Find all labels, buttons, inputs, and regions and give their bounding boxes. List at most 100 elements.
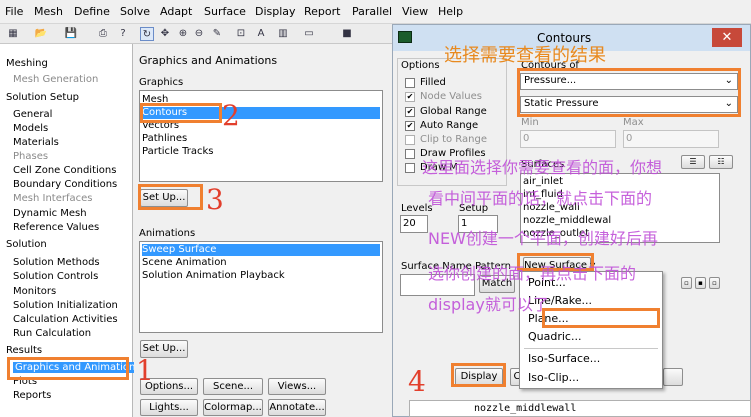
help-button[interactable] [663,368,683,386]
tree-general[interactable]: General [13,109,52,120]
zoom-out-icon[interactable]: ⊖ [192,27,206,41]
filled-checkbox[interactable] [405,78,415,88]
annotation-line-2: 看中间平面的话，就点击下面的 [428,189,653,208]
list-item[interactable]: Sweep Surface [142,244,380,256]
step-number-3: 3 [206,183,224,216]
max-input[interactable]: 0 [623,130,719,148]
menu-file[interactable]: File [5,5,23,18]
menu-solve[interactable]: Solve [120,5,150,18]
translate-icon[interactable]: ✥ [158,27,172,41]
list-item[interactable]: Solution Animation Playback [142,270,285,282]
menu-help[interactable]: Help [438,5,463,18]
min-input[interactable]: 0 [520,130,616,148]
menu-display[interactable]: Display [255,5,296,18]
tree-solution-initialization[interactable]: Solution Initialization [13,300,118,311]
tree-reference-values[interactable]: Reference Values [13,222,99,233]
global-range-label: Global Range [420,106,487,117]
select-all-icon[interactable]: ☰ [681,155,705,169]
menu-bar: File Mesh Define Solve Adapt Surface Dis… [0,0,751,24]
draw-profiles-checkbox[interactable] [405,149,415,159]
draw-mesh-checkbox[interactable] [405,163,415,173]
tree-cell-zone-conditions[interactable]: Cell Zone Conditions [13,165,116,176]
annotation-top: 选择需要查看的结果 [444,45,606,66]
help-icon[interactable]: ? [116,27,130,41]
annotation-line-4: 选你创建的面，再点击下面的 [428,264,637,283]
tree-boundary-conditions[interactable]: Boundary Conditions [13,179,117,190]
close-icon[interactable]: ✕ [712,28,742,47]
tree-mesh-generation[interactable]: Mesh Generation [13,74,98,85]
scene-button[interactable]: Scene... [203,378,263,395]
probe-icon[interactable]: ✎ [210,27,224,41]
menu-adapt[interactable]: Adapt [160,5,192,18]
menu-item-iso-clip[interactable]: Iso-Clip... [528,371,579,384]
annotation-line-3: NEW创建一个平面，创建好后再 [428,229,658,248]
tree-run-calculation[interactable]: Run Calculation [13,328,91,339]
menu-parallel[interactable]: Parallel [352,5,392,18]
tree-materials[interactable]: Materials [13,137,59,148]
tree-monitors[interactable]: Monitors [13,286,56,297]
rotate-icon[interactable]: ↻ [140,27,154,41]
clip-to-range-checkbox[interactable] [405,135,415,145]
highlight-box-1 [7,357,129,380]
tree-solution[interactable]: Solution [6,239,47,250]
print-icon[interactable]: ⎙ [96,27,110,41]
colormap-button[interactable]: Colormap... [203,399,263,416]
tree-solution-setup[interactable]: Solution Setup [6,92,79,103]
display-mode-icon[interactable]: ■ [340,27,354,41]
list-item[interactable]: nozzle_middlewal [523,215,611,227]
tree-solution-controls[interactable]: Solution Controls [13,271,98,282]
panel-title: Graphics and Animations [139,54,278,67]
window-icon[interactable]: ▭ [302,27,316,41]
tree-mesh-interfaces[interactable]: Mesh Interfaces [13,193,93,204]
views-button[interactable]: Views... [268,378,326,395]
open-icon[interactable]: 📂 [34,27,48,41]
list-item[interactable]: Pathlines [142,133,187,145]
graphics-window: nozzle_middlewall [409,400,751,417]
tree-results[interactable]: Results [6,345,42,356]
menu-divider [524,348,658,349]
menu-mesh[interactable]: Mesh [34,5,63,18]
tree-dynamic-mesh[interactable]: Dynamic Mesh [13,208,87,219]
annotate-button[interactable]: Annotate... [268,399,326,416]
annotate-icon[interactable]: A [254,27,268,41]
small-icon[interactable]: ▫ [681,277,692,289]
menu-item-iso-surface[interactable]: Iso-Surface... [528,352,600,365]
lights-button[interactable]: Lights... [140,399,198,416]
menu-report[interactable]: Report [304,5,340,18]
step-number-4: 4 [408,365,426,398]
levels-input[interactable]: 20 [400,215,428,233]
tree-meshing[interactable]: Meshing [6,58,48,69]
tree-models[interactable]: Models [13,123,48,134]
annotation-line-1: 这里面选择你需要查看的面，你想 [422,158,663,177]
node-values-checkbox[interactable]: ✔ [405,92,415,102]
max-label: Max [623,117,644,128]
global-range-checkbox[interactable]: ✔ [405,107,415,117]
tree-calculation-activities[interactable]: Calculation Activities [13,314,118,325]
layout-icon[interactable]: ▥ [276,27,290,41]
small-icon[interactable]: ▪ [695,277,706,289]
highlight-box-3 [138,184,203,210]
grid-icon[interactable]: ▦ [6,27,20,41]
highlight-box-contours-of [517,68,741,117]
menu-item-quadric[interactable]: Quadric... [528,330,581,343]
deselect-all-icon[interactable]: ☷ [709,155,733,169]
clip-to-range-label: Clip to Range [420,134,487,145]
graphics-panel: Graphics and Animations Graphics Mesh Co… [134,44,390,417]
tree-phases[interactable]: Phases [13,151,48,162]
annotation-line-5: display就可以了 [428,295,549,314]
step-number-1: 1 [136,354,154,387]
list-item[interactable]: Particle Tracks [142,146,214,158]
zoom-in-icon[interactable]: ⊕ [176,27,190,41]
tree-reports[interactable]: Reports [13,390,51,401]
save-icon[interactable]: 💾 [64,27,78,41]
graphics-label: Graphics [139,77,184,88]
zoom-fit-icon[interactable]: ⊡ [234,27,248,41]
surface-label: nozzle_middlewall [474,403,577,414]
auto-range-checkbox[interactable]: ✔ [405,121,415,131]
menu-surface[interactable]: Surface [204,5,246,18]
list-item[interactable]: Scene Animation [142,257,227,269]
menu-view[interactable]: View [402,5,428,18]
small-icon[interactable]: ▫ [709,277,720,289]
tree-solution-methods[interactable]: Solution Methods [13,257,100,268]
menu-define[interactable]: Define [74,5,110,18]
